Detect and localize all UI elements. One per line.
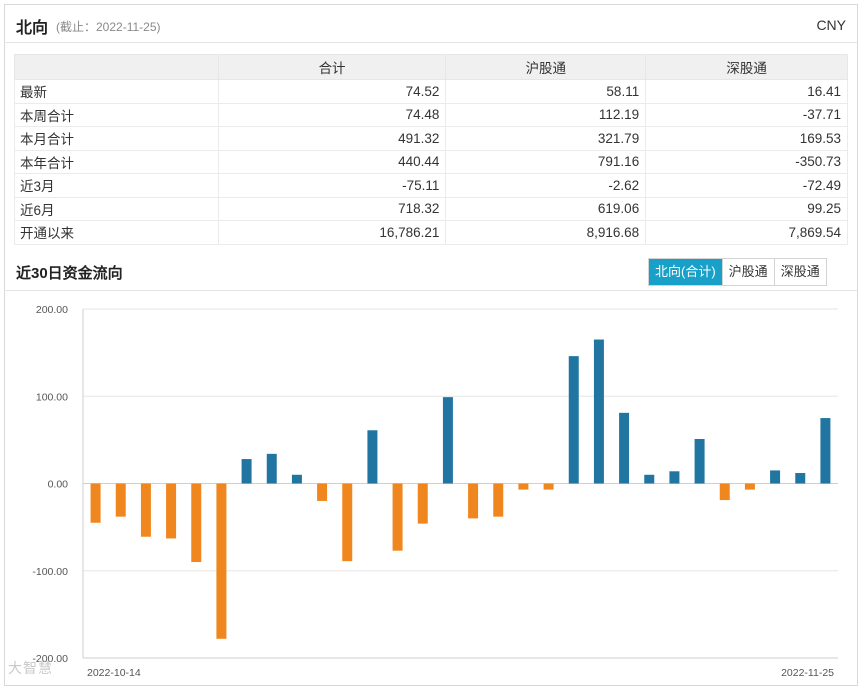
y-tick-label: 200.00	[36, 304, 68, 316]
bar	[140, 483, 151, 537]
y-tick-label: -100.00	[32, 566, 68, 578]
bar	[166, 483, 177, 539]
x-tick-label: 2022-11-25	[781, 667, 834, 679]
bar	[317, 483, 328, 501]
bar	[493, 483, 504, 517]
bar	[291, 474, 302, 484]
bar	[90, 483, 101, 523]
bar	[367, 430, 378, 484]
bar	[442, 397, 453, 484]
flow-bar-chart: 200.00100.000.00-100.00-200.002022-10-14…	[32, 304, 838, 679]
bar	[543, 483, 554, 490]
watermark-logo: 大智慧	[8, 660, 53, 676]
y-tick-label: 0.00	[48, 479, 69, 491]
bar	[770, 470, 781, 484]
bar	[719, 483, 730, 501]
bar	[216, 483, 227, 639]
bar	[619, 412, 630, 484]
bar	[669, 471, 680, 484]
bar	[744, 483, 755, 490]
bar	[342, 483, 353, 562]
x-tick-label: 2022-10-14	[87, 667, 141, 679]
bar	[191, 483, 202, 563]
bar	[241, 459, 252, 484]
y-tick-label: 100.00	[36, 391, 68, 403]
bar	[266, 453, 277, 484]
bar	[568, 356, 579, 484]
chart-bars	[90, 339, 831, 639]
bar	[644, 474, 655, 484]
bar	[518, 483, 529, 490]
bar	[694, 439, 705, 484]
bar	[593, 339, 604, 484]
bar	[468, 483, 479, 519]
bar	[392, 483, 403, 551]
bar	[820, 418, 831, 484]
bar	[417, 483, 428, 524]
bar	[795, 473, 806, 484]
bar	[115, 483, 126, 517]
chart-labels: 200.00100.000.00-100.00-200.002022-10-14…	[32, 304, 834, 679]
